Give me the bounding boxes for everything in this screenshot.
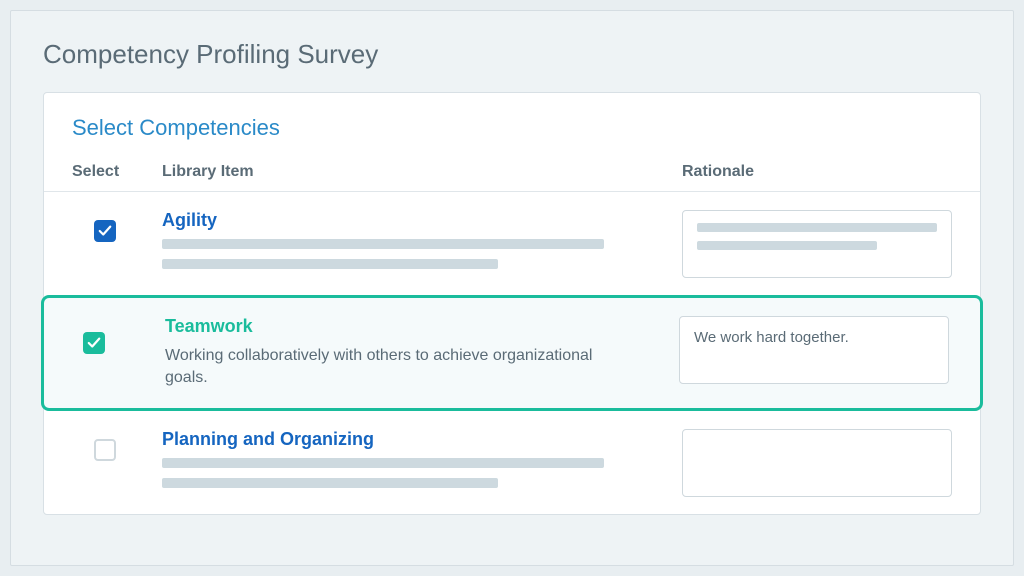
- rationale-input[interactable]: [682, 210, 952, 278]
- table-row-highlighted: Teamwork Working collaboratively with ot…: [41, 295, 983, 411]
- description-placeholder: [162, 239, 604, 249]
- checkbox-planning[interactable]: [94, 439, 116, 461]
- library-item-content: Teamwork Working collaboratively with ot…: [165, 316, 679, 390]
- item-title: Teamwork: [165, 316, 639, 337]
- checkbox-cell: [72, 210, 162, 242]
- description-placeholder: [162, 458, 604, 468]
- library-item-content: Agility: [162, 210, 682, 279]
- column-library-header: Library Item: [162, 163, 682, 181]
- rationale-placeholder: [697, 241, 877, 250]
- checkmark-icon: [87, 336, 101, 350]
- description-placeholder: [162, 478, 498, 488]
- library-item-content: Planning and Organizing: [162, 429, 682, 498]
- page-container: Competency Profiling Survey Select Compe…: [10, 10, 1014, 566]
- rationale-input[interactable]: [682, 429, 952, 497]
- rationale-input[interactable]: We work hard together.: [679, 316, 949, 384]
- card-title: Select Competencies: [44, 115, 980, 155]
- column-rationale-header: Rationale: [682, 163, 952, 181]
- description-placeholder: [162, 259, 498, 269]
- table-row: Planning and Organizing: [44, 411, 980, 514]
- item-description: Working collaboratively with others to a…: [165, 345, 639, 390]
- table-header: Select Library Item Rationale: [44, 155, 980, 192]
- rationale-placeholder: [697, 223, 937, 232]
- item-title: Agility: [162, 210, 642, 231]
- checkbox-cell: [72, 429, 162, 461]
- table-row: Agility: [44, 192, 980, 295]
- checkbox-teamwork[interactable]: [83, 332, 105, 354]
- column-select-header: Select: [72, 163, 162, 181]
- item-title: Planning and Organizing: [162, 429, 642, 450]
- page-title: Competency Profiling Survey: [43, 39, 981, 70]
- competency-card: Select Competencies Select Library Item …: [43, 92, 981, 515]
- checkbox-agility[interactable]: [94, 220, 116, 242]
- checkbox-cell: [75, 316, 165, 354]
- checkmark-icon: [98, 224, 112, 238]
